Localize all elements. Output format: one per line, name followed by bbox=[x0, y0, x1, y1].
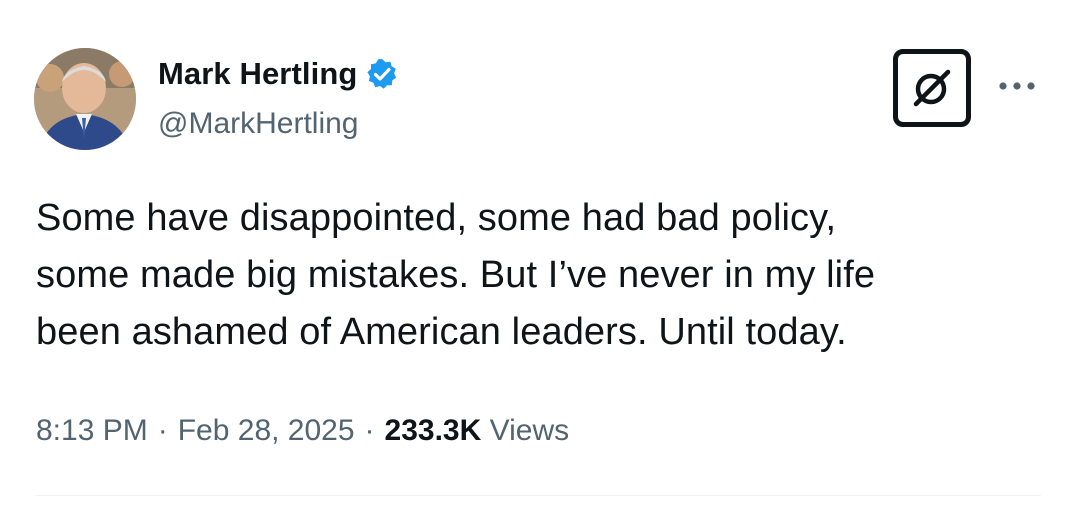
user-handle[interactable]: @MarkHertling bbox=[158, 104, 359, 144]
name-row: Mark Hertling bbox=[158, 54, 398, 94]
views-count: 233.3K bbox=[384, 414, 482, 447]
grok-button[interactable] bbox=[893, 49, 971, 127]
tweet-date[interactable]: Feb 28, 2025 bbox=[178, 414, 355, 447]
tweet-card: Mark Hertling @MarkHertling Some have di… bbox=[0, 0, 1080, 512]
tweet-text-line: Some have disappointed, some had bad pol… bbox=[36, 197, 837, 239]
more-options-button[interactable] bbox=[994, 74, 1040, 98]
meta-separator: · bbox=[157, 414, 168, 447]
tweet-meta: 8:13 PM · Feb 28, 2025 · 233.3K Views bbox=[36, 408, 569, 454]
tweet-time[interactable]: 8:13 PM bbox=[36, 414, 148, 447]
grok-icon bbox=[913, 69, 951, 107]
views-label: Views bbox=[489, 414, 570, 447]
divider bbox=[36, 495, 1041, 496]
meta-separator: · bbox=[364, 414, 375, 447]
tweet-text-line: some made big mistakes. But I’ve never i… bbox=[36, 254, 876, 296]
verified-badge-icon bbox=[366, 58, 398, 90]
display-name[interactable]: Mark Hertling bbox=[158, 54, 357, 94]
tweet-text: Some have disappointed, some had bad pol… bbox=[36, 190, 1046, 361]
more-dots-icon bbox=[999, 82, 1035, 90]
tweet-text-line: been ashamed of American leaders. Until … bbox=[36, 311, 847, 353]
profile-photo bbox=[34, 48, 136, 150]
avatar[interactable] bbox=[34, 48, 136, 150]
